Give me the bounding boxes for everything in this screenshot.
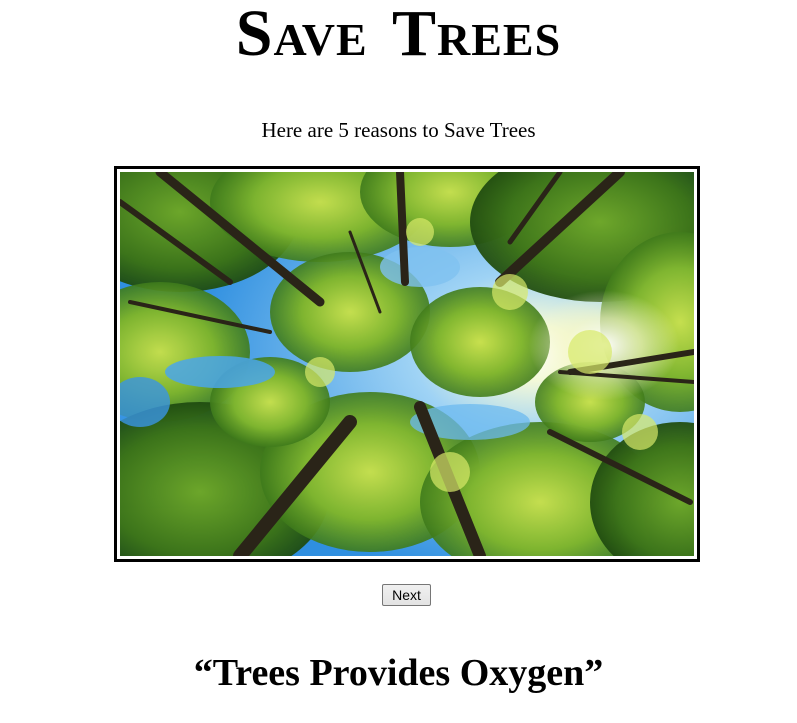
page-subtitle: Here are 5 reasons to Save Trees [261,118,536,142]
page-title: Save Trees [235,0,562,70]
slideshow-image-frame [114,166,700,562]
page: Save Trees Here are 5 reasons to Save Tr… [0,0,797,723]
next-button[interactable]: Next [382,584,431,606]
forest-canopy-image [120,172,694,556]
slide-caption: “Trees Provides Oxygen” [193,652,604,694]
forest-canopy-illustration [120,172,694,556]
